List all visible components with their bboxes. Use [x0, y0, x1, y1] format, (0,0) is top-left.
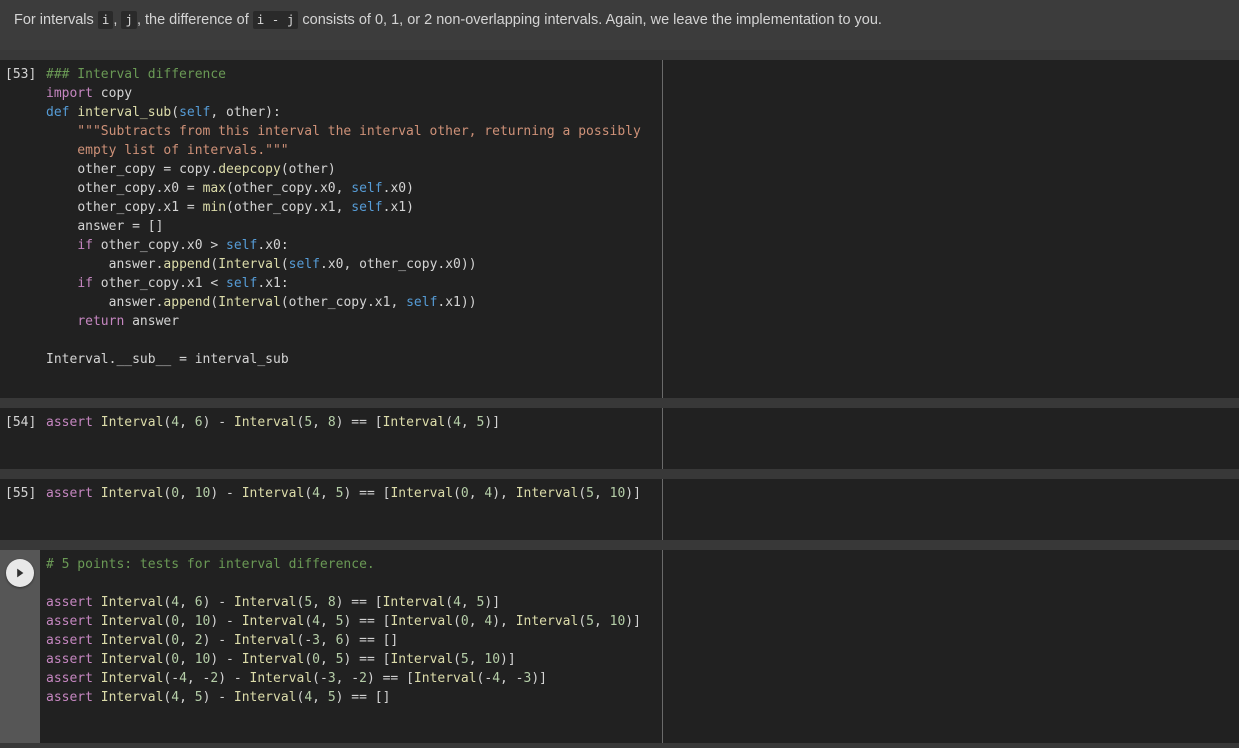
cell-gutter-55[interactable]: [55]	[0, 479, 40, 540]
code-cell-53[interactable]: [53] ### Interval difference import copy…	[0, 60, 1239, 398]
cell-separator	[0, 50, 1239, 60]
inline-code: i	[97, 11, 114, 29]
cell-gutter-54[interactable]: [54]	[0, 408, 40, 469]
inline-code: i - j	[252, 11, 299, 29]
code-editor-55[interactable]: assert Interval(0, 10) - Interval(4, 5) …	[40, 479, 1239, 503]
code-editor-53[interactable]: ### Interval difference import copy def …	[40, 60, 1239, 369]
code-source-tests[interactable]: # 5 points: tests for interval differenc…	[46, 555, 1239, 707]
code-cell-tests[interactable]: # 5 points: tests for interval differenc…	[0, 550, 1239, 743]
markdown-text: For intervals i, j, the difference of i …	[14, 11, 882, 29]
cell-width-divider	[662, 479, 663, 540]
run-cell-button[interactable]	[6, 559, 34, 587]
code-source-55[interactable]: assert Interval(0, 10) - Interval(4, 5) …	[46, 484, 1239, 503]
play-icon	[14, 567, 26, 579]
cell-width-divider	[662, 60, 663, 398]
cell-separator	[0, 540, 1239, 550]
cell-width-divider	[662, 550, 663, 743]
notebook-container: For intervals i, j, the difference of i …	[0, 0, 1239, 748]
cell-separator	[0, 469, 1239, 479]
inline-code: j	[121, 11, 137, 29]
code-editor-tests[interactable]: # 5 points: tests for interval differenc…	[40, 550, 1239, 707]
markdown-cell[interactable]: For intervals i, j, the difference of i …	[0, 0, 1239, 50]
execution-count-54: [54]	[5, 415, 37, 430]
code-source-53[interactable]: ### Interval difference import copy def …	[46, 65, 1239, 369]
cell-width-divider	[662, 408, 663, 469]
cell-gutter-tests[interactable]	[0, 550, 40, 743]
code-source-54[interactable]: assert Interval(4, 6) - Interval(5, 8) =…	[46, 413, 1239, 432]
code-editor-54[interactable]: assert Interval(4, 6) - Interval(5, 8) =…	[40, 408, 1239, 432]
cell-gutter-53[interactable]: [53]	[0, 60, 40, 398]
execution-count-53: [53]	[5, 67, 37, 82]
code-cell-54[interactable]: [54] assert Interval(4, 6) - Interval(5,…	[0, 408, 1239, 469]
cell-separator	[0, 398, 1239, 408]
execution-count-55: [55]	[5, 486, 37, 501]
code-cell-55[interactable]: [55] assert Interval(0, 10) - Interval(4…	[0, 479, 1239, 540]
